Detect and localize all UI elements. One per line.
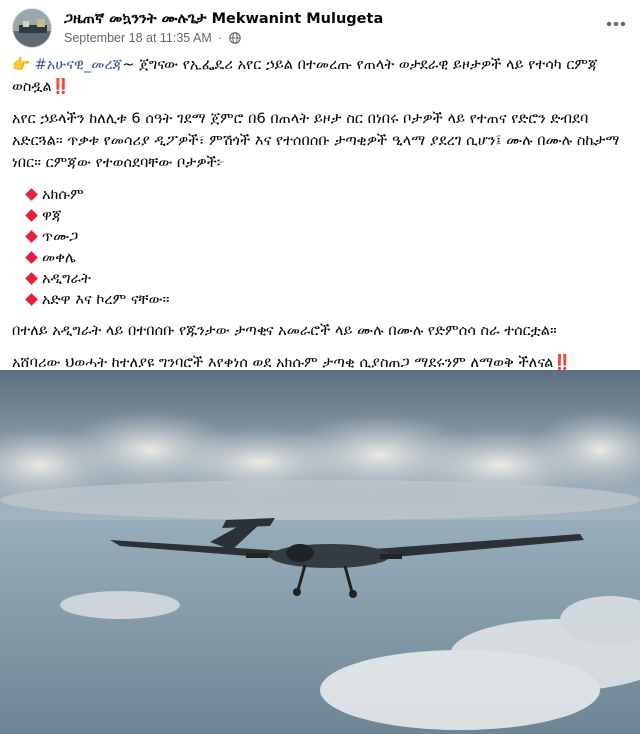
list-item: ዋጃ — [24, 205, 628, 226]
list-item: አዲግራት — [24, 268, 628, 289]
post-paragraph-2: አየር ኃይላችን ከለሊቱ 6 ሰዓት ገደማ ጀምሮ በ6 በጠላት ይዞታ… — [12, 110, 620, 171]
list-item: ጥሙጋ — [24, 226, 628, 247]
pointing-hand-icon: 👉 — [12, 56, 31, 73]
post-header: ጋዜጠኛ መኳንንት ሙሉጌታ Mekwanint Mulugeta Septe… — [12, 8, 628, 50]
red-diamond-icon — [25, 187, 38, 201]
post-text: 👉 #አሁናዊ_መረጃ~ ጀግናው የኢፌዴሪ አየር ኃይል በተመረጡ የጠ… — [12, 54, 628, 384]
avatar-image — [13, 9, 51, 47]
post-paragraph-3: በተለይ አዲግራት ላይ በተበሰቡ የጁንታው ታጣቂና አመራሮች ላይ … — [12, 322, 557, 339]
facebook-post: ጋዜጠኛ መኳንንት ሙሉጌታ Mekwanint Mulugeta Septe… — [0, 0, 640, 734]
meta-separator: · — [218, 31, 223, 45]
post-meta: September 18 at 11:35 AM · — [64, 31, 241, 45]
hashtag-link[interactable]: #አሁናዊ_መረጃ — [35, 56, 123, 73]
red-diamond-icon — [25, 292, 38, 306]
places-list: አክሱም ዋጃ ጥሙጋ መቀሌ አዲግራት አድዋ እና ኮረም ናቸው። — [24, 184, 628, 310]
red-diamond-icon — [25, 229, 38, 243]
author-name[interactable]: ጋዜጠኛ መኳንንት ሙሉጌታ Mekwanint Mulugeta — [64, 11, 383, 27]
more-horizontal-icon[interactable] — [606, 20, 626, 28]
drone-photo — [0, 370, 640, 734]
avatar[interactable] — [12, 8, 52, 48]
list-item: መቀሌ — [24, 247, 628, 268]
post-intro: 👉 #አሁናዊ_መረጃ~ ጀግናው የኢፌዴሪ አየር ኃይል በተመረጡ የጠ… — [12, 54, 628, 98]
double-exclamation-icon: ‼️ — [553, 354, 572, 371]
double-exclamation-icon: ‼️ — [51, 78, 70, 95]
red-diamond-icon — [25, 208, 38, 222]
post-photo[interactable] — [0, 370, 640, 734]
red-diamond-icon — [25, 271, 38, 285]
list-item: አክሱም — [24, 184, 628, 205]
red-diamond-icon — [25, 250, 38, 264]
list-item: አድዋ እና ኮረም ናቸው። — [24, 289, 628, 310]
globe-icon[interactable] — [229, 32, 241, 44]
post-date[interactable]: September 18 at 11:35 AM — [64, 31, 212, 45]
